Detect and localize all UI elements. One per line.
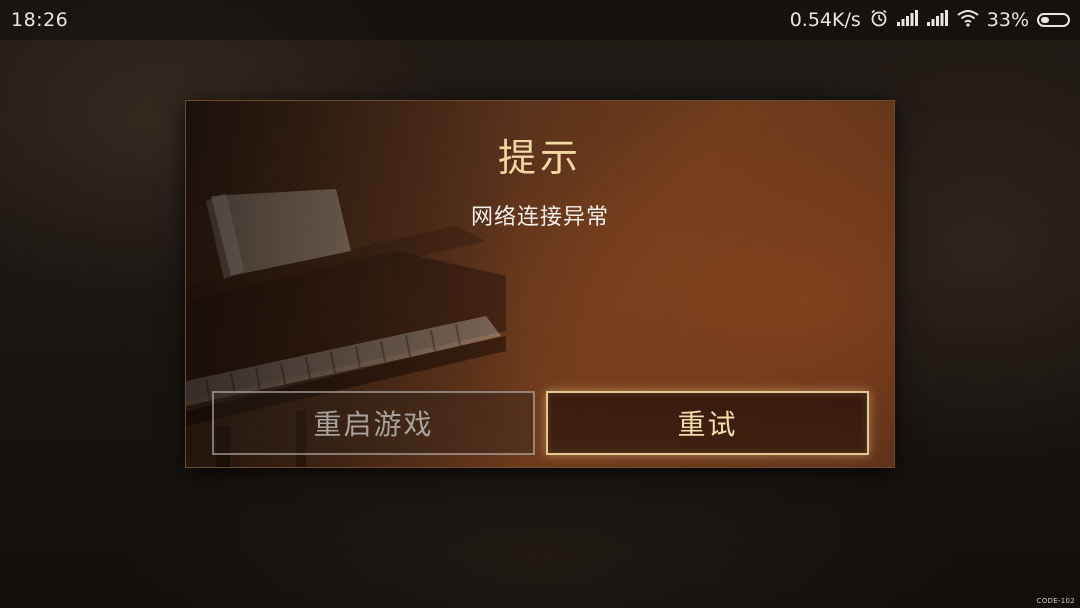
battery-level-fill (1041, 17, 1049, 23)
code-watermark: CODE-102 (1036, 597, 1075, 605)
game-screen: 18:26 0.54K/s 33% 提示 网络连接异常 重启游戏 重试 CODE… (0, 0, 1080, 608)
retry-button[interactable]: 重试 (546, 391, 869, 455)
network-error-dialog: 提示 网络连接异常 重启游戏 重试 (185, 100, 895, 468)
status-time: 18:26 (11, 9, 69, 31)
status-right-group: 0.54K/s 33% (790, 8, 1070, 32)
status-bar: 18:26 0.54K/s 33% (0, 0, 1080, 40)
battery-percent: 33% (986, 9, 1029, 31)
wifi-icon (957, 9, 979, 32)
restart-game-button[interactable]: 重启游戏 (212, 391, 535, 455)
dialog-message: 网络连接异常 (470, 205, 609, 230)
dialog-title: 提示 (497, 136, 582, 180)
battery-icon (1037, 13, 1070, 27)
cellular-signal-icon (896, 9, 919, 31)
alarm-clock-icon (869, 8, 889, 33)
network-speed: 0.54K/s (789, 9, 861, 31)
cellular-signal-icon (926, 9, 949, 31)
